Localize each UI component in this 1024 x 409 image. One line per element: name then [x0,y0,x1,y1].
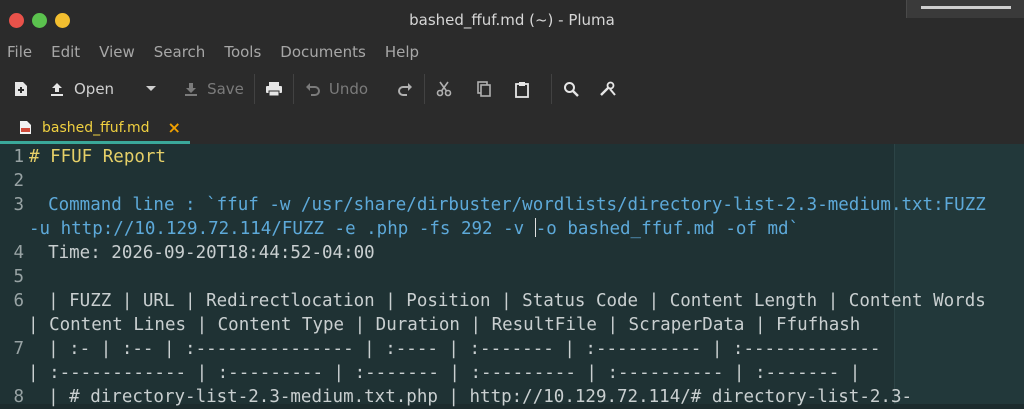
window-title: bashed_ffuf.md (~) - Pluma [409,11,615,29]
undo-icon [304,80,322,98]
line-number: 2 [13,171,24,191]
redo-button[interactable] [396,72,414,106]
open-recent-dropdown[interactable] [142,72,160,106]
copy-icon [475,80,493,98]
code-line-wrap: | :------------ | :--------- | :------- … [28,363,861,383]
search-icon [562,80,580,98]
undo-button[interactable]: Undo [304,72,368,106]
toolbar-separator [292,74,294,104]
markdown-file-icon [16,119,34,137]
menu-file[interactable]: File [7,43,32,61]
cut-button[interactable] [435,72,465,106]
line-number: 4 [13,243,24,263]
find-replace-button[interactable] [598,72,634,106]
right-margin-area [895,144,1024,404]
download-icon [182,80,200,98]
command-text: -o bashed_ffuf.md -of md` [535,219,800,239]
find-button[interactable] [562,72,598,106]
menu-tools[interactable]: Tools [224,43,261,61]
printer-icon [265,80,283,98]
copy-button[interactable] [465,72,503,106]
line-number: 8 [13,387,24,407]
menu-documents[interactable]: Documents [280,43,366,61]
tab-label: bashed_ffuf.md [42,119,150,136]
print-button[interactable] [265,72,283,106]
menu-search[interactable]: Search [154,43,206,61]
command-text: -u http://10.129.72.114/FUZZ -e .php -fs… [29,219,535,239]
code-line-wrap: | Content Lines | Content Type | Duratio… [28,315,861,335]
menu-view[interactable]: View [99,43,135,61]
code-line-wrap: -u http://10.129.72.114/FUZZ -e .php -fs… [29,217,799,241]
code-line: | # directory-list-2.3-medium.txt.php | … [27,387,913,407]
menu-help[interactable]: Help [385,43,419,61]
toolbar-separator [253,74,255,104]
code-line: # FFUF Report [29,147,166,167]
save-button-label: Save [207,80,244,98]
save-button[interactable]: Save [182,72,244,106]
text-editor[interactable]: 1 # FFUF Report 2 3 Command line : `ffuf… [0,144,1024,407]
tab-bar: bashed_ffuf.md × [0,114,1024,144]
toolbar-separator [424,74,426,104]
paste-button[interactable] [503,72,541,106]
code-line: Command line : `ffuf -w /usr/share/dirbu… [27,195,986,215]
undo-button-label: Undo [328,80,369,98]
line-number: 6 [13,291,24,311]
upload-icon [48,80,66,98]
open-button-label: Open [74,80,115,98]
code-line: Time: 2026-09-20T18:44:52-04:00 [27,243,375,263]
toolbar-separator [551,74,553,104]
title-bar: bashed_ffuf.md (~) - Pluma [0,0,1024,40]
tab-bashed-ffuf[interactable]: bashed_ffuf.md × [0,114,190,144]
line-number: 5 [13,267,24,287]
scissors-icon [435,80,453,98]
clipboard-icon [513,80,531,98]
chevron-down-icon [142,80,160,98]
redo-icon [396,80,414,98]
line-number: 3 [13,195,24,215]
taskbar-fragment [906,0,1024,18]
close-tab-button[interactable]: × [168,118,181,137]
toolbar: Open Save Undo [0,64,1024,114]
tools-icon [598,80,616,98]
line-number: 1 [13,147,24,167]
line-number: 7 [13,339,24,359]
new-document-button[interactable] [12,72,42,106]
new-file-icon [12,80,30,98]
menu-bar: File Edit View Search Tools Documents He… [0,40,1024,64]
menu-edit[interactable]: Edit [51,43,80,61]
code-line: | :- | :-- | :--------------- | :---- | … [27,339,881,359]
code-line: | FUZZ | URL | Redirectlocation | Positi… [27,291,986,311]
open-button[interactable]: Open [48,72,114,106]
